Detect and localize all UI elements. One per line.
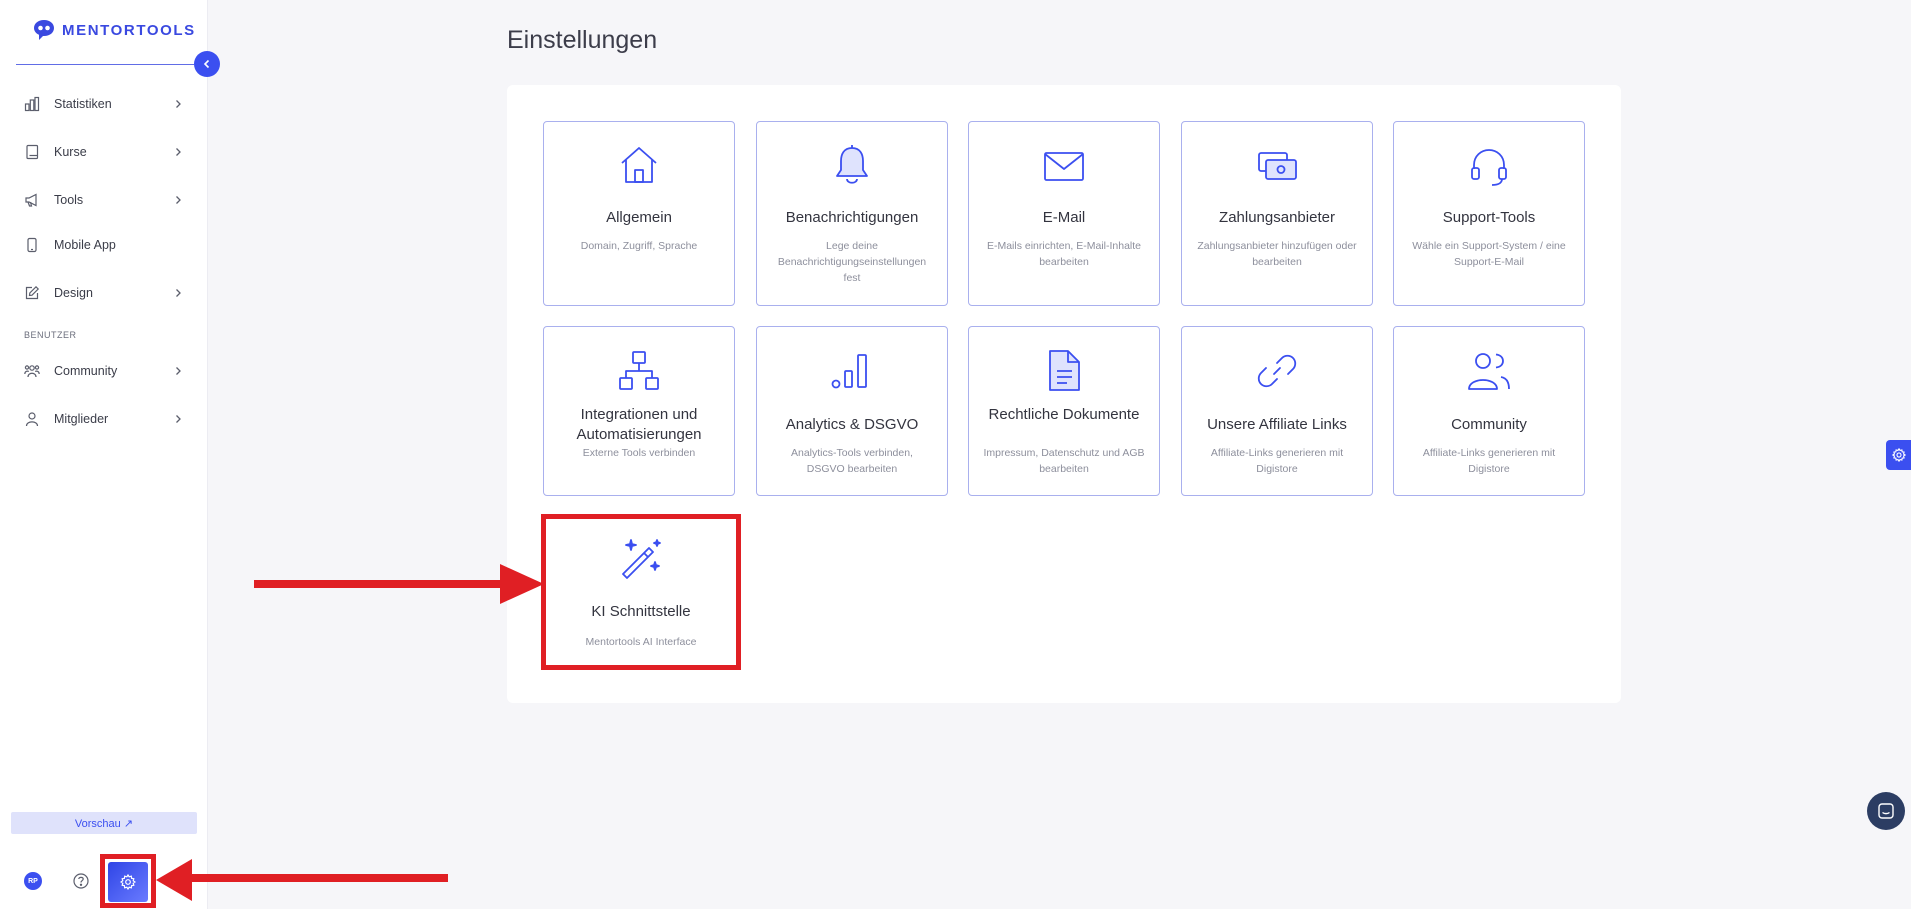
sidebar-item-label: Statistiken	[54, 97, 112, 111]
chevron-right-icon	[176, 289, 181, 297]
chevron-right-icon	[176, 367, 181, 375]
chevron-left-icon	[203, 59, 210, 69]
chevron-right-icon	[176, 100, 181, 108]
card-title: KI Schnittstelle	[591, 603, 691, 620]
card-title: Analytics & DSGVO	[785, 416, 919, 433]
sidebar-item-label: Mitglieder	[54, 412, 109, 426]
headset-icon	[1471, 149, 1507, 186]
sidebar-item-statistiken[interactable]: Statistiken	[0, 88, 208, 120]
sidebar-item-label: Kurse	[54, 145, 87, 159]
chevron-right-icon	[176, 196, 181, 204]
card-description: Mentortools AI Interface	[585, 636, 697, 648]
card-description: Domain, Zugriff, Sprache	[580, 240, 698, 252]
card-description: Affiliate-Links generieren mit Digistore	[1422, 447, 1556, 475]
settings-card-rechtliche-dokumente[interactable]: Rechtliche Dokumente Impressum, Datensch…	[968, 326, 1160, 496]
settings-card-ki-schnittstelle[interactable]: KI Schnittstelle Mentortools AI Interfac…	[548, 521, 734, 663]
pencil-square-icon	[25, 285, 40, 300]
sidebar-item-tools[interactable]: Tools	[0, 184, 208, 216]
card-description: E-Mails einrichten, E-Mail-Inhalte bearb…	[986, 240, 1142, 268]
user-icon	[25, 412, 39, 427]
chevron-right-icon	[176, 415, 181, 423]
card-description: Wähle ein Support-System / eine Support-…	[1412, 240, 1566, 268]
avatar[interactable]: RP	[24, 872, 42, 890]
settings-card-support-tools[interactable]: Support-Tools Wähle ein Support-System /…	[1393, 121, 1585, 306]
settings-card-email[interactable]: E-Mail E-Mails einrichten, E-Mail-Inhalt…	[968, 121, 1160, 306]
document-icon	[1049, 350, 1080, 391]
settings-card-community[interactable]: Community Affiliate-Links generieren mit…	[1393, 326, 1585, 496]
chevron-right-icon	[176, 148, 181, 156]
sidebar-item-mitglieder[interactable]: Mitglieder	[0, 403, 208, 435]
card-title: Community	[1451, 416, 1527, 433]
settings-card-zahlungsanbieter[interactable]: Zahlungsanbieter Zahlungsanbieter hinzuf…	[1181, 121, 1373, 306]
analytics-icon	[831, 354, 867, 389]
sidebar-item-design[interactable]: Design	[0, 277, 208, 309]
card-title: Zahlungsanbieter	[1219, 209, 1335, 226]
cash-icon	[1258, 152, 1297, 180]
help-icon[interactable]	[72, 872, 90, 890]
book-icon	[26, 144, 39, 160]
sidebar-item-community[interactable]: Community	[0, 355, 208, 387]
settings-card-integrationen[interactable]: Integrationen und Automatisierungen Exte…	[543, 326, 735, 496]
hierarchy-icon	[619, 351, 659, 390]
card-description: Analytics-Tools verbinden, DSGVO bearbei…	[791, 447, 913, 475]
sidebar-item-label: Design	[54, 286, 93, 300]
card-title: Integrationen und Automatisierungen	[576, 406, 702, 443]
card-description: Impressum, Datenschutz und AGB bearbeite…	[983, 447, 1145, 475]
bell-icon	[836, 145, 868, 184]
card-description: Externe Tools verbinden	[582, 447, 696, 459]
users-icon	[24, 365, 40, 378]
card-description: Lege deine Benachrichtigungseinstellunge…	[777, 240, 927, 284]
card-description: Affiliate-Links generieren mit Digistore	[1210, 447, 1344, 475]
card-description: Zahlungsanbieter hinzufügen oder bearbei…	[1197, 240, 1357, 268]
sidebar-item-kurse[interactable]: Kurse	[0, 136, 208, 168]
settings-card-allgemein[interactable]: Allgemein Domain, Zugriff, Sprache	[543, 121, 735, 306]
envelope-icon	[1044, 152, 1084, 181]
floating-settings-button[interactable]	[1886, 440, 1911, 470]
card-title: Rechtliche Dokumente	[988, 406, 1140, 423]
section-label-benutzer: BENUTZER	[24, 330, 77, 340]
megaphone-icon	[25, 193, 37, 207]
red-arrow-to-ki-card	[254, 564, 544, 604]
card-title: Support-Tools	[1442, 209, 1536, 226]
smartphone-icon	[27, 237, 37, 253]
sidebar-item-mobile-app[interactable]: Mobile App	[0, 229, 208, 261]
link-icon	[1257, 354, 1297, 388]
bar-chart-icon	[24, 96, 40, 112]
brand-logo[interactable]: MENTORTOOLS	[32, 18, 196, 42]
settings-card-benachrichtigungen[interactable]: Benachrichtigungen Lege deine Benachrich…	[756, 121, 948, 306]
sidebar-item-label: Community	[54, 364, 118, 378]
card-title: Unsere Affiliate Links	[1207, 416, 1347, 433]
brand-name: MENTORTOOLS	[62, 21, 196, 39]
red-arrow-to-settings-button	[156, 859, 448, 901]
sidebar-item-label: Mobile App	[54, 238, 116, 252]
chat-icon	[1878, 803, 1894, 819]
sidebar: MENTORTOOLS Statistiken Kurse Tools Mobi…	[0, 0, 208, 909]
home-icon	[621, 147, 657, 183]
settings-card-affiliate-links[interactable]: Unsere Affiliate Links Affiliate-Links g…	[1181, 326, 1373, 496]
card-title: E-Mail	[1042, 209, 1086, 226]
users-icon	[1468, 353, 1510, 390]
sidebar-item-label: Tools	[54, 193, 84, 207]
magic-wand-icon	[622, 539, 661, 579]
preview-button[interactable]: Vorschau ↗	[11, 812, 197, 834]
card-title: Allgemein	[606, 209, 672, 226]
gear-icon	[120, 874, 136, 890]
settings-button[interactable]	[108, 862, 148, 902]
chat-launcher-button[interactable]	[1867, 792, 1905, 830]
divider	[16, 64, 194, 65]
collapse-sidebar-button[interactable]	[194, 51, 220, 77]
page-title: Einstellungen	[507, 26, 658, 54]
settings-card-analytics[interactable]: Analytics & DSGVO Analytics-Tools verbin…	[756, 326, 948, 496]
mentortools-logo-icon	[34, 20, 54, 40]
card-title: Benachrichtigungen	[785, 209, 919, 226]
gear-icon	[1892, 448, 1906, 462]
